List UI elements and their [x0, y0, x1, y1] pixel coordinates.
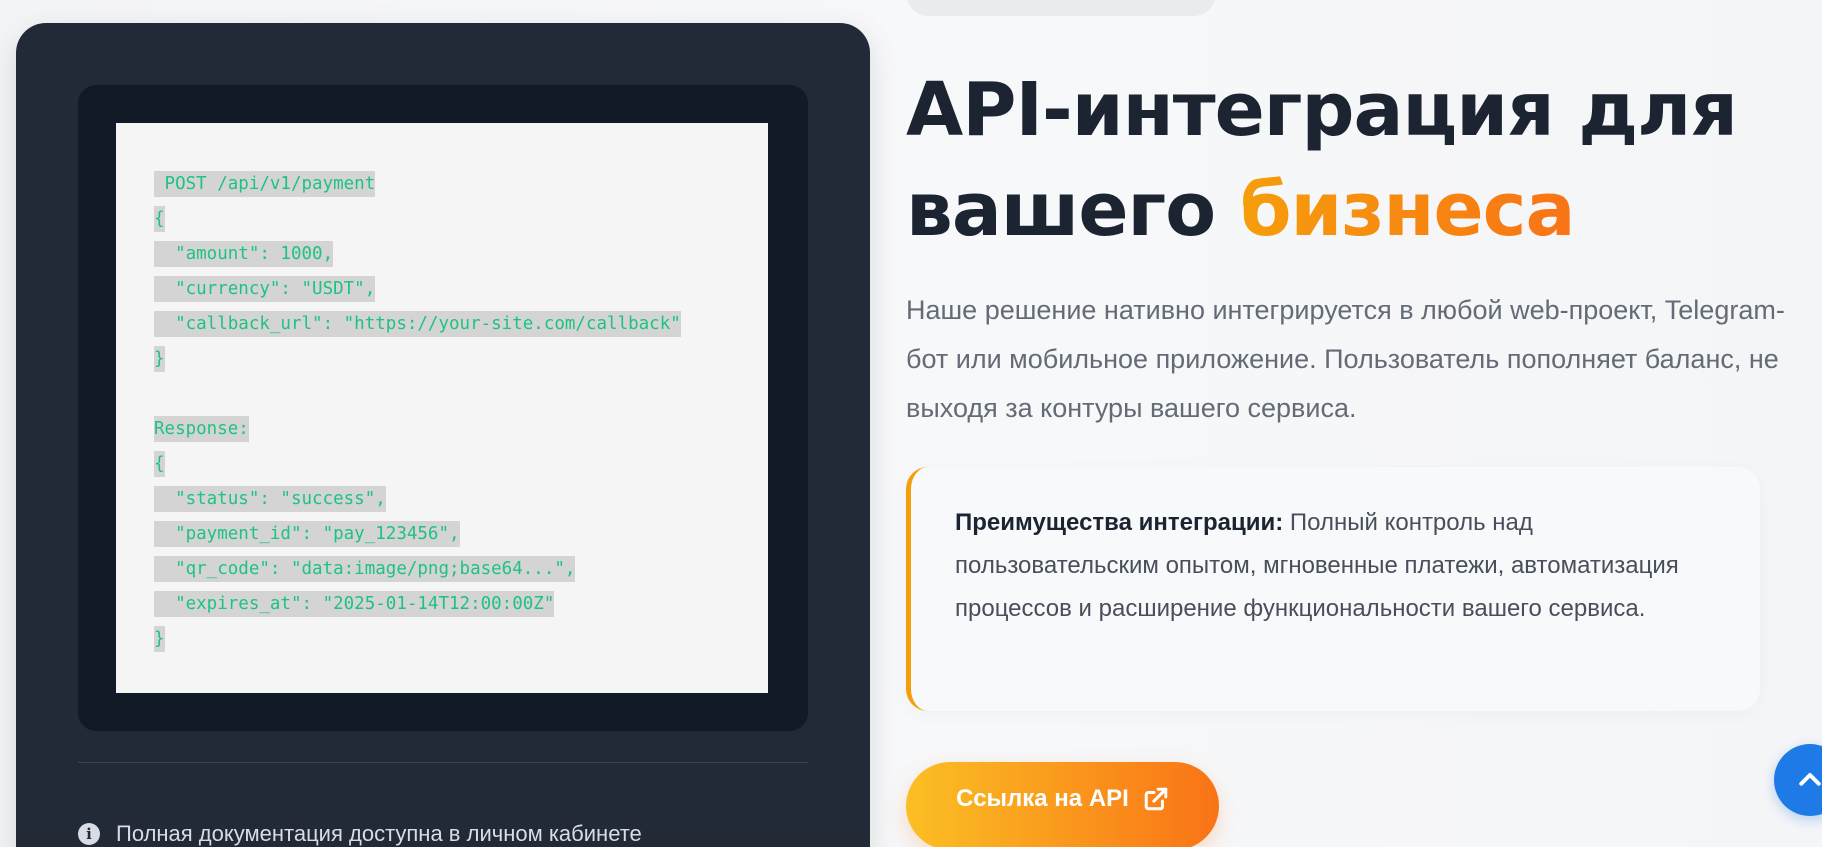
title-accent: бизнеса — [1239, 167, 1576, 253]
chevron-up-icon — [1799, 773, 1821, 786]
api-link-label: Ссылка на API — [956, 785, 1129, 812]
code-line: } — [154, 622, 681, 657]
code-line: { — [154, 202, 681, 237]
page-title: API-интеграция для вашего бизнеса — [906, 60, 1786, 260]
external-link-icon — [1144, 787, 1168, 811]
benefit-text: Преимущества интеграции: Полный контроль… — [955, 501, 1725, 630]
code-line: Response: — [154, 412, 681, 447]
docs-note-text: Полная документация доступна в личном ка… — [116, 821, 642, 846]
code-line: "qr_code": "data:image/png;base64...", — [154, 552, 681, 587]
scroll-to-top-button[interactable] — [1774, 744, 1822, 816]
description: Наше решение нативно интегрируется в люб… — [906, 295, 1785, 423]
docs-note: i Полная документация доступна в личном … — [78, 821, 642, 847]
benefit-label: Преимущества интеграции: — [955, 509, 1284, 536]
code-content: POST /api/v1/payment { "amount": 1000, "… — [154, 167, 681, 657]
code-frame: POST /api/v1/payment { "amount": 1000, "… — [78, 85, 808, 731]
code-line: } — [154, 342, 681, 377]
code-line: POST /api/v1/payment — [154, 167, 681, 202]
api-link-button[interactable]: Ссылка на API — [906, 762, 1219, 847]
divider — [78, 762, 808, 763]
benefit-callout: Преимущества интеграции: Полный контроль… — [906, 467, 1760, 711]
code-gap — [154, 377, 681, 412]
code-card: POST /api/v1/payment { "amount": 1000, "… — [16, 23, 870, 847]
code-block: POST /api/v1/payment { "amount": 1000, "… — [116, 123, 768, 693]
code-line: "currency": "USDT", — [154, 272, 681, 307]
code-line: "payment_id": "pay_123456", — [154, 517, 681, 552]
code-line: "amount": 1000, — [154, 237, 681, 272]
top-pill — [906, 0, 1216, 16]
code-line: "callback_url": "https://your-site.com/c… — [154, 307, 681, 342]
code-line: "expires_at": "2025-01-14T12:00:00Z" — [154, 587, 681, 622]
code-line: { — [154, 447, 681, 482]
info-icon: i — [78, 823, 100, 845]
page: POST /api/v1/payment { "amount": 1000, "… — [0, 0, 1822, 847]
code-line: "status": "success", — [154, 482, 681, 517]
